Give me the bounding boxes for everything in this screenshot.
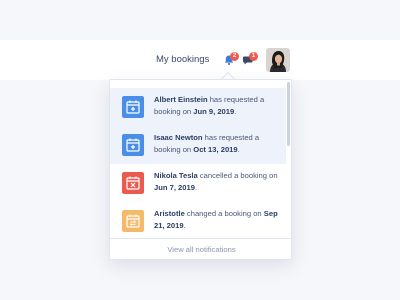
calendar-plus-icon	[122, 134, 144, 156]
notification-text: Nikola Tesla cancelled a booking on Jun …	[154, 170, 282, 194]
notification-date: Jun 7, 2019	[154, 183, 195, 192]
calendar-change-icon	[122, 210, 144, 232]
notification-action: changed a booking on	[184, 209, 264, 218]
notification-date: Oct 13, 2019	[193, 145, 238, 154]
notification-period: .	[237, 145, 240, 154]
notification-text: Albert Einstein has requested a booking …	[154, 94, 282, 118]
notification-count-badge: 2	[230, 52, 239, 61]
notification-text: Aristotle changed a booking on Sep 21, 2…	[154, 208, 282, 232]
notification-user-name: Aristotle	[154, 209, 185, 218]
notification-period: .	[194, 183, 198, 192]
notification-period: .	[183, 221, 186, 230]
my-bookings-link[interactable]: My bookings	[156, 54, 209, 65]
notification-date: Jun 9, 2019	[193, 107, 235, 116]
dropdown-scrollbar[interactable]	[287, 82, 290, 146]
notification-user-name: Albert Einstein	[154, 95, 208, 104]
notifications-dropdown: Albert Einstein has requested a booking …	[109, 79, 292, 260]
notification-item[interactable]: Isaac Newton has requested a booking on …	[110, 126, 286, 164]
user-avatar[interactable]	[266, 48, 290, 72]
notification-period: .	[234, 107, 237, 116]
notification-text: Isaac Newton has requested a booking on …	[154, 132, 282, 156]
notification-user-name: Nikola Tesla	[154, 171, 198, 180]
message-count-badge: 1	[249, 52, 258, 61]
notification-action: cancelled a booking on	[197, 171, 278, 180]
notification-item[interactable]: Aristotle changed a booking on Sep 21, 2…	[110, 202, 286, 240]
calendar-plus-icon	[122, 96, 144, 118]
avatar-image	[266, 48, 290, 72]
view-all-notifications-link[interactable]: View all notifications	[110, 238, 291, 259]
notification-item[interactable]: Nikola Tesla cancelled a booking on Jun …	[110, 164, 286, 202]
calendar-x-icon	[122, 172, 144, 194]
notification-user-name: Isaac Newton	[154, 133, 203, 142]
notification-item[interactable]: Albert Einstein has requested a booking …	[110, 88, 286, 126]
